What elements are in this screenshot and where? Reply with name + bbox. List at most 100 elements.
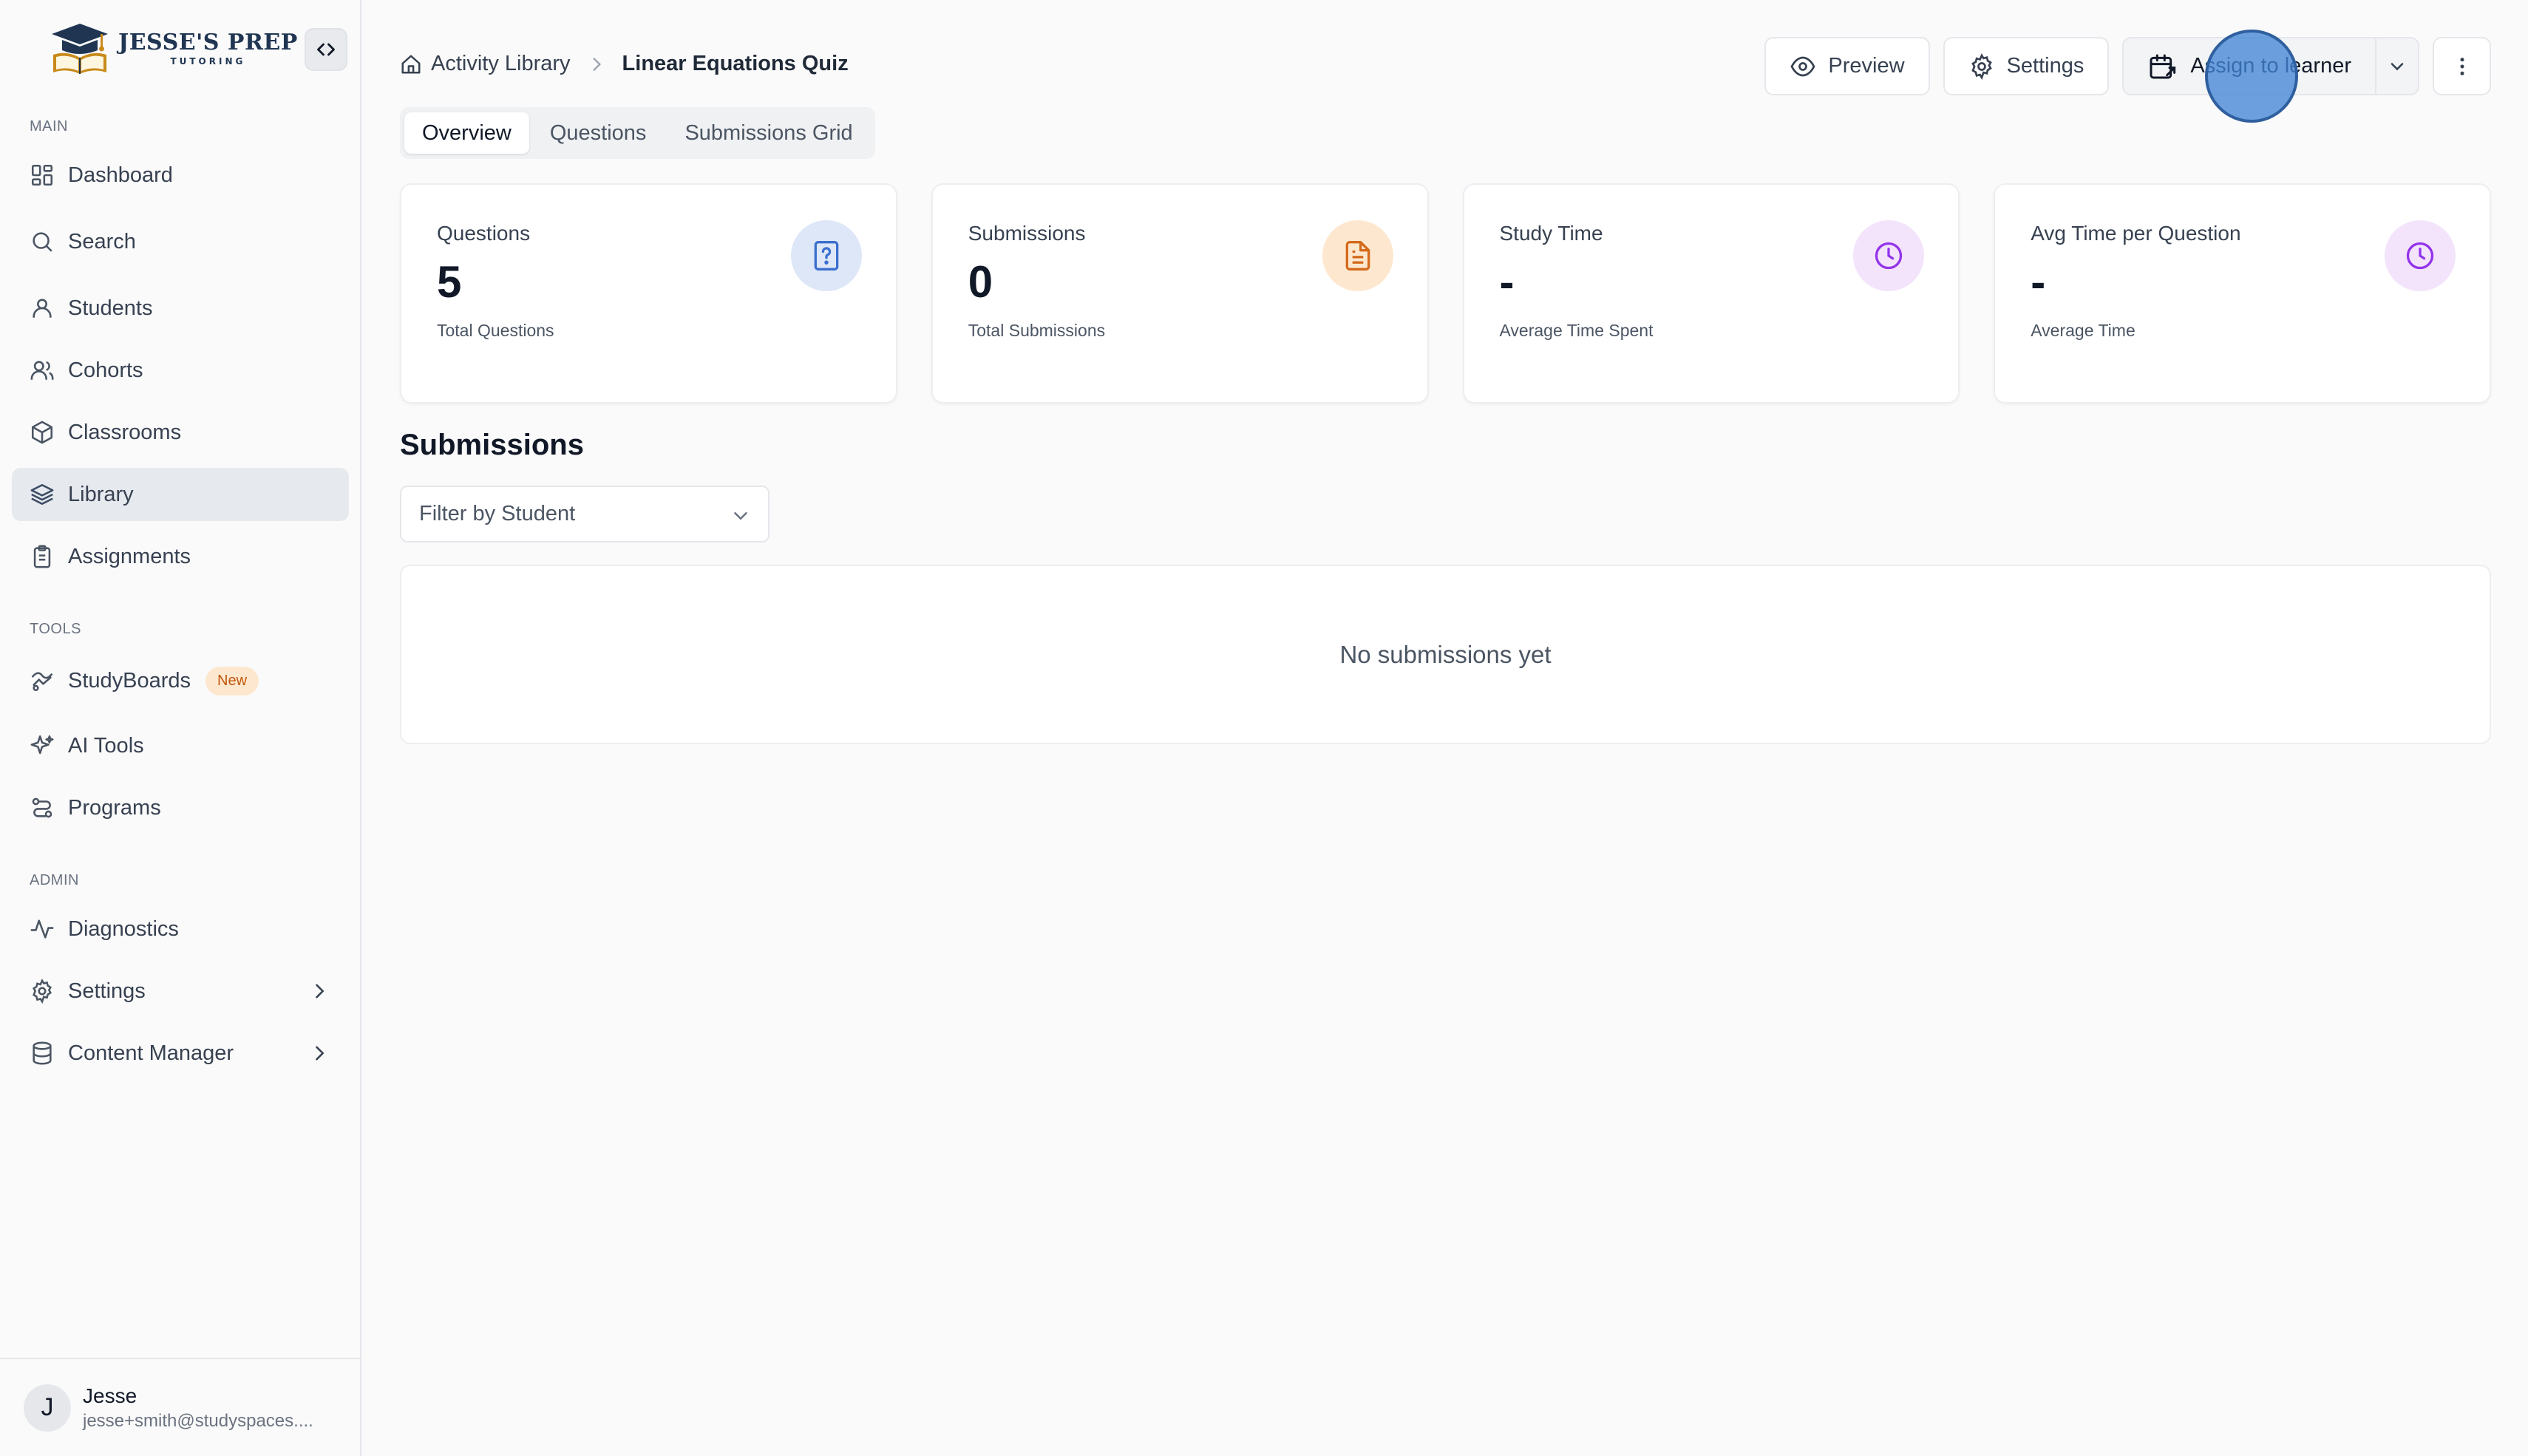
sidebar-item-dashboard[interactable]: Dashboard: [12, 149, 349, 202]
main-content: Activity Library Linear Equations Quiz P…: [361, 0, 2528, 1456]
gear-icon: [32, 979, 52, 1004]
sidebar-item-settings[interactable]: Settings: [12, 965, 349, 1018]
stat-subtitle: Total Submissions: [968, 321, 1106, 340]
stat-subtitle: Average Time Spent: [1499, 321, 1654, 340]
sidebar-item-label: Assignments: [68, 544, 191, 568]
calendar-arrow-icon: [2150, 54, 2176, 78]
stat-card-submissions: Submissions 0 Total Submissions: [931, 183, 1429, 404]
breadcrumb-activity-library[interactable]: Activity Library: [431, 52, 571, 76]
activity-icon: [30, 919, 54, 939]
new-badge: New: [205, 666, 259, 695]
chevron-right-icon: [316, 1046, 325, 1061]
tab-overview[interactable]: Overview: [404, 112, 529, 154]
sidebar-item-label: Classrooms: [68, 420, 182, 444]
sidebar-item-ai-tools[interactable]: AI Tools: [12, 719, 349, 772]
studyboards-icon: [31, 672, 53, 692]
code-chevrons-icon: [317, 43, 335, 56]
cursor-indicator: [2205, 30, 2298, 123]
clock-icon: [2406, 242, 2434, 270]
sidebar-item-classrooms[interactable]: Classrooms: [12, 406, 349, 459]
users-icon: [30, 361, 54, 380]
top-actions: Preview Settings Assign to learner: [1764, 37, 2491, 95]
user-email: jesse+smith@studyspaces....: [83, 1410, 313, 1431]
collapse-sidebar-button[interactable]: [305, 28, 347, 71]
brand-wordmark: JESSE'S PREP TUTORING: [118, 31, 298, 67]
chevron-right-icon: [316, 984, 325, 999]
sidebar: JESSE'S PREP TUTORING MAIN Dashboard Sea…: [0, 0, 361, 1456]
dashboard-icon: [31, 164, 53, 186]
sidebar-item-programs[interactable]: Programs: [12, 781, 349, 834]
section-label-admin: ADMIN: [30, 872, 79, 888]
more-options-button[interactable]: [2433, 37, 2491, 95]
stat-subtitle: Total Questions: [437, 321, 554, 340]
submissions-empty-state: No submissions yet: [400, 565, 2491, 744]
sidebar-item-label: Content Manager: [68, 1041, 234, 1065]
tab-questions[interactable]: Questions: [532, 112, 665, 154]
stat-icon-container: [1853, 220, 1925, 291]
assign-dropdown-toggle[interactable]: [2376, 38, 2418, 94]
sidebar-item-assignments[interactable]: Assignments: [12, 530, 349, 583]
clock-icon: [1875, 242, 1903, 270]
stat-card-study-time: Study Time - Average Time Spent: [1462, 183, 1960, 404]
breadcrumb-current: Linear Equations Quiz: [622, 52, 849, 75]
gear-icon: [1971, 52, 1992, 80]
user-profile[interactable]: J Jesse jesse+smith@studyspaces....: [0, 1358, 361, 1456]
eye-icon: [1790, 56, 1815, 76]
section-label-tools: TOOLS: [30, 621, 81, 637]
tab-submissions-grid[interactable]: Submissions Grid: [667, 112, 870, 154]
sidebar-item-library[interactable]: Library: [12, 468, 349, 521]
preview-button[interactable]: Preview: [1764, 37, 1930, 95]
section-label-main: MAIN: [30, 118, 68, 135]
sidebar-item-students[interactable]: Students: [12, 282, 349, 335]
breadcrumb: Activity Library Linear Equations Quiz: [400, 52, 849, 76]
layers-icon: [30, 483, 54, 506]
clipboard-icon: [33, 545, 51, 568]
filter-placeholder: Filter by Student: [419, 502, 576, 525]
stat-subtitle: Average Time: [2031, 321, 2135, 340]
stat-icon-container: [790, 220, 862, 291]
preview-button-label: Preview: [1828, 54, 1905, 78]
brand-subtitle: TUTORING: [170, 56, 246, 67]
user-name: Jesse: [83, 1384, 137, 1407]
sidebar-item-label: Students: [68, 296, 153, 320]
graduation-book-icon: [52, 24, 108, 74]
stat-icon-container: [1322, 220, 1393, 291]
stat-cards: Questions 5 Total Questions Submissions …: [400, 183, 2491, 404]
more-vertical-icon: [2459, 57, 2464, 75]
stat-card-questions: Questions 5 Total Questions: [400, 183, 897, 404]
settings-button-label: Settings: [2006, 54, 2084, 78]
user-info: Jesse jesse+smith@studyspaces....: [83, 1384, 313, 1432]
filter-by-student-select[interactable]: Filter by Student: [400, 486, 769, 542]
route-icon: [32, 797, 52, 818]
sidebar-item-label: Cohorts: [68, 358, 143, 382]
stat-card-avg-time: Avg Time per Question - Average Time: [1994, 183, 2491, 404]
sidebar-item-label: StudyBoards: [68, 668, 191, 693]
sidebar-item-label: Library: [68, 482, 134, 506]
sidebar-item-label: Dashboard: [68, 163, 173, 187]
sidebar-item-label: Diagnostics: [68, 916, 179, 941]
search-icon: [33, 232, 52, 252]
chevron-right-icon: [593, 57, 601, 71]
sidebar-item-content-manager[interactable]: Content Manager: [12, 1027, 349, 1080]
sparkles-icon: [30, 735, 54, 755]
brand-logo[interactable]: JESSE'S PREP TUTORING: [49, 21, 298, 77]
sidebar-item-diagnostics[interactable]: Diagnostics: [12, 902, 349, 956]
avatar: J: [24, 1384, 71, 1432]
sidebar-item-cohorts[interactable]: Cohorts: [12, 344, 349, 397]
empty-state-text: No submissions yet: [1339, 640, 1552, 668]
settings-button[interactable]: Settings: [1943, 37, 2110, 95]
tabs: Overview Questions Submissions Grid: [400, 107, 875, 159]
stat-icon-container: [2385, 220, 2456, 291]
sidebar-item-studyboards[interactable]: StudyBoards New: [12, 654, 349, 707]
question-file-icon: [814, 241, 839, 271]
cube-icon: [31, 421, 53, 444]
chevron-down-icon: [2391, 62, 2404, 70]
home-icon: [401, 55, 421, 73]
sidebar-item-search[interactable]: Search: [12, 215, 349, 268]
sidebar-item-label: AI Tools: [68, 733, 144, 758]
sidebar-item-label: Search: [68, 229, 136, 254]
brand-title: JESSE'S PREP: [118, 30, 298, 55]
database-icon: [33, 1041, 52, 1065]
sidebar-item-label: Programs: [68, 795, 161, 820]
document-icon: [1345, 241, 1370, 271]
